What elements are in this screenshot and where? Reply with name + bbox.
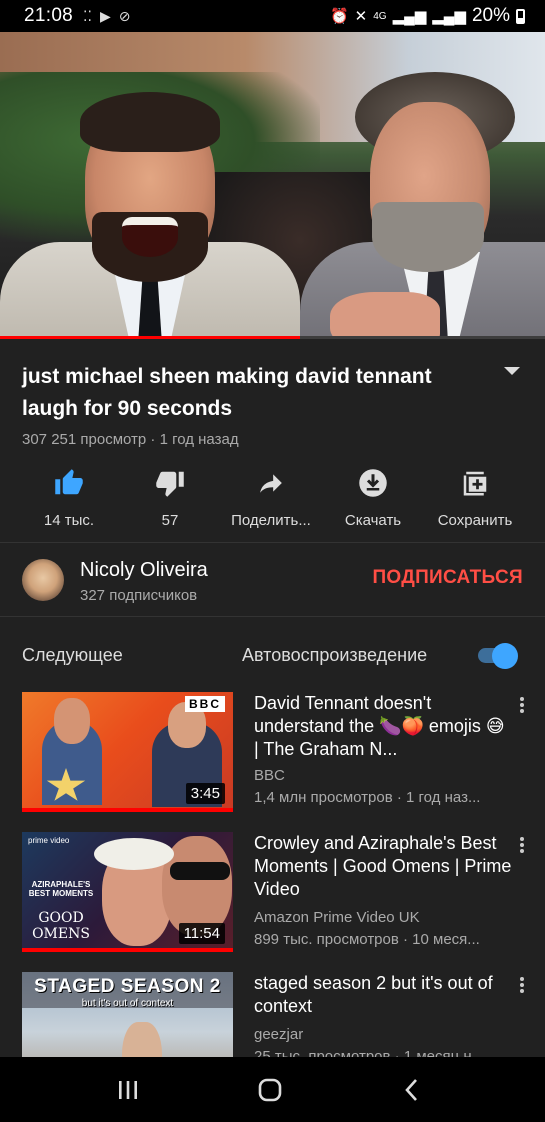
- video-title[interactable]: just michael sheen making david tennant …: [22, 361, 472, 425]
- video-meta: 1,4 млн просмотров · 1 год наз...: [254, 789, 481, 806]
- back-icon: [405, 1078, 417, 1101]
- watched-progress: [22, 808, 233, 812]
- recent-apps-button[interactable]: [88, 1057, 168, 1122]
- action-bar: 14 тыс. 57 Поделить... Скачать Сохранить: [0, 466, 545, 536]
- recent-apps-icon: [119, 1080, 137, 1099]
- home-icon: [258, 1078, 282, 1101]
- subscribe-button[interactable]: ПОДПИСАТЬСЯ: [372, 567, 523, 589]
- like-button[interactable]: 14 тыс.: [14, 466, 124, 529]
- thumbnail-brand: prime video: [28, 836, 70, 845]
- video-details: just michael sheen making david tennant …: [0, 339, 545, 546]
- list-item[interactable]: STAGED SEASON 2 but it's out of context …: [0, 972, 545, 1057]
- channel-name: Amazon Prime Video UK: [254, 909, 420, 926]
- dislike-button[interactable]: 57: [115, 466, 225, 529]
- signal-icon: ▂▄▆: [392, 8, 427, 25]
- channel-name: geezjar: [254, 1026, 304, 1043]
- avatar[interactable]: [22, 559, 64, 601]
- up-next-section: Следующее Автовоспроизведение BBC 3:45 D…: [0, 617, 545, 1057]
- divider: [0, 542, 545, 543]
- battery-level: 20%: [471, 5, 510, 26]
- video-title[interactable]: David Tennant doesn't understand the 🍆🍑 …: [254, 692, 514, 761]
- person-left: [0, 92, 300, 339]
- thumbnail-logo: GOOD OMENS: [32, 910, 90, 942]
- video-title[interactable]: staged season 2 but it's out of context: [254, 972, 514, 1018]
- thumbnail-title: STAGED SEASON 2: [34, 976, 221, 997]
- autoplay-toggle[interactable]: [476, 643, 518, 669]
- subscriber-count: 327 подписчиков: [80, 587, 198, 604]
- 4g-icon: 4G: [373, 10, 387, 22]
- system-nav-bar: [0, 1057, 545, 1122]
- save-button[interactable]: Сохранить: [420, 466, 530, 529]
- share-label: Поделить...: [231, 512, 311, 529]
- mute-icon: ✕: [354, 8, 368, 25]
- list-item[interactable]: prime video AZIRAPHALE'S BEST MOMENTS GO…: [0, 832, 545, 956]
- up-next-heading: Следующее: [22, 645, 123, 665]
- autoplay-label: Автовоспроизведение: [242, 645, 428, 665]
- like-count: 14 тыс.: [43, 512, 95, 529]
- back-button[interactable]: [372, 1057, 452, 1122]
- download-icon: [359, 469, 387, 497]
- more-options-icon[interactable]: [514, 974, 530, 996]
- person-right: [300, 72, 545, 339]
- sync-icon: ⊘: [118, 7, 131, 24]
- video-title[interactable]: Crowley and Aziraphale's Best Moments | …: [254, 832, 514, 901]
- thumbnail-logo: BBC: [185, 696, 225, 712]
- video-meta: 307 251 просмотр · 1 год назад: [22, 431, 239, 448]
- list-item[interactable]: BBC 3:45 David Tennant doesn't understan…: [0, 692, 545, 816]
- share-icon: [260, 474, 282, 493]
- channel-name[interactable]: Nicoly Oliveira: [80, 559, 208, 582]
- save-playlist-icon: [463, 471, 487, 496]
- dislike-count: 57: [161, 512, 179, 529]
- thumbs-up-icon: [55, 469, 83, 495]
- watched-progress: [22, 948, 233, 952]
- share-button[interactable]: Поделить...: [216, 466, 326, 529]
- notification-dots-icon: ⁚⁚: [83, 7, 92, 24]
- status-time: 21:08: [24, 5, 74, 26]
- channel-name: BBC: [254, 767, 285, 784]
- video-thumbnail[interactable]: STAGED SEASON 2 but it's out of context: [22, 972, 233, 1057]
- video-duration: 3:45: [185, 783, 225, 804]
- play-icon: ▶: [99, 7, 111, 24]
- thumbs-down-icon: [156, 471, 184, 497]
- thumbnail-subtitle: AZIRAPHALE'S BEST MOMENTS: [28, 880, 94, 898]
- video-thumbnail[interactable]: BBC 3:45: [22, 692, 233, 812]
- video-meta: 25 тыс. просмотров · 1 месяц н...: [254, 1048, 485, 1057]
- download-button[interactable]: Скачать: [318, 466, 428, 529]
- channel-row: Nicoly Oliveira 327 подписчиков ПОДПИСАТ…: [0, 545, 545, 617]
- video-meta: 899 тыс. просмотров · 10 меся...: [254, 931, 480, 948]
- download-label: Скачать: [344, 512, 402, 529]
- home-button[interactable]: [230, 1057, 310, 1122]
- save-label: Сохранить: [437, 512, 513, 529]
- signal-icon: ▂▄▆: [432, 8, 466, 25]
- thumbnail-subtitle: but it's out of context: [81, 998, 174, 1009]
- battery-icon: [516, 8, 525, 24]
- alarm-icon: ⏰: [329, 8, 349, 25]
- video-duration: 11:54: [178, 923, 225, 944]
- status-bar: 21:08 ⁚⁚ ▶ ⊘ ⏰ ✕ 4G ▂▄▆ ▂▄▆ 20%: [0, 0, 545, 32]
- more-options-icon[interactable]: [514, 834, 530, 856]
- chevron-down-icon[interactable]: [502, 365, 522, 377]
- more-options-icon[interactable]: [514, 694, 530, 716]
- video-player[interactable]: [0, 32, 545, 339]
- video-thumbnail[interactable]: prime video AZIRAPHALE'S BEST MOMENTS GO…: [22, 832, 233, 952]
